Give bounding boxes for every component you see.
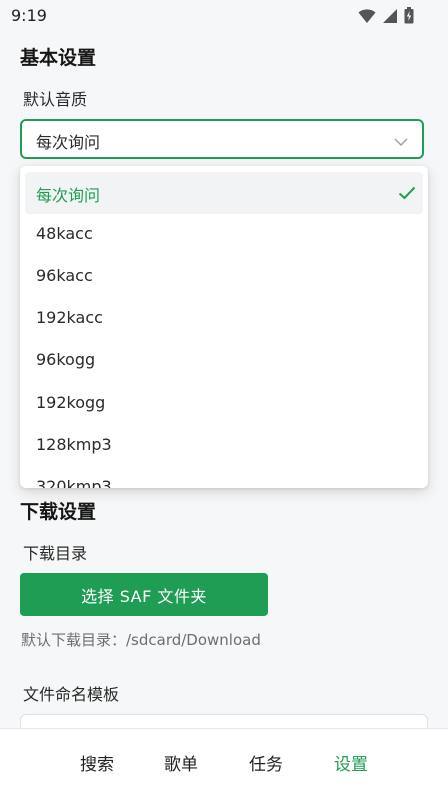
status-time: 9:19 <box>11 6 47 25</box>
naming-template-label: 文件命名模板 <box>23 685 120 704</box>
nav-item-tasks[interactable]: 任务 <box>249 750 283 775</box>
quality-option[interactable]: 96kacc <box>25 256 423 298</box>
quality-option-label: 每次询问 <box>36 186 101 205</box>
quality-select[interactable]: 每次询问 <box>20 119 424 159</box>
quality-option-label: 48kacc <box>36 224 93 243</box>
quality-option[interactable]: 128kmp3 <box>25 425 423 467</box>
check-icon <box>398 185 416 204</box>
default-quality-label: 默认音质 <box>23 90 88 109</box>
basic-settings-title: 基本设置 <box>20 47 97 69</box>
download-settings-title: 下载设置 <box>20 501 97 523</box>
nav-item-playlist[interactable]: 歌单 <box>164 750 198 775</box>
quality-option-label: 320kmp3 <box>36 477 112 488</box>
quality-option[interactable]: 96kogg <box>25 340 423 382</box>
quality-option-label: 96kacc <box>36 266 93 285</box>
quality-dropdown: 每次询问 48kacc 96kacc 192kacc 96kogg 192kog… <box>20 166 428 488</box>
quality-option[interactable]: 48kacc <box>25 214 423 256</box>
quality-option-label: 128kmp3 <box>36 435 112 454</box>
quality-select-value: 每次询问 <box>36 133 101 152</box>
quality-option[interactable]: 192kogg <box>25 383 423 425</box>
quality-option-label: 192kacc <box>36 308 103 327</box>
battery-icon <box>404 7 414 24</box>
signal-icon <box>382 8 398 24</box>
download-dir-label: 下载目录 <box>23 544 88 563</box>
select-saf-folder-button[interactable]: 选择 SAF 文件夹 <box>20 573 268 616</box>
quality-option[interactable]: 192kacc <box>25 298 423 340</box>
nav-item-settings[interactable]: 设置 <box>334 750 368 775</box>
chevron-down-icon <box>394 132 408 151</box>
quality-option-label: 192kogg <box>36 393 106 412</box>
status-bar: 9:19 <box>0 0 448 32</box>
status-icons <box>358 7 414 24</box>
bottom-nav: 搜索 歌单 任务 设置 <box>0 728 448 797</box>
quality-option-label: 96kogg <box>36 350 96 369</box>
default-dir-hint: 默认下载目录：/sdcard/Download <box>21 631 261 649</box>
nav-item-search[interactable]: 搜索 <box>80 750 114 775</box>
quality-option[interactable]: 320kmp3 <box>25 467 423 488</box>
wifi-icon <box>358 8 376 24</box>
quality-option[interactable]: 每次询问 <box>25 172 423 214</box>
